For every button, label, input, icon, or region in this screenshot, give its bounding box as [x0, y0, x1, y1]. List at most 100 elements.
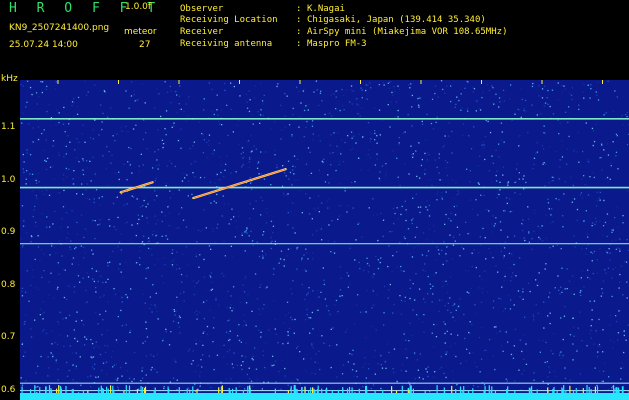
baseline-spike	[424, 391, 426, 393]
baseline-spike	[82, 390, 84, 393]
baseline-spike	[310, 387, 312, 393]
baseline-spike	[178, 387, 180, 393]
baseline-spike	[553, 386, 555, 393]
spectrogram	[20, 80, 629, 400]
baseline-spike	[136, 389, 138, 393]
baseline-spike	[39, 388, 41, 393]
baseline-spike	[401, 385, 403, 393]
baseline-spike	[514, 390, 516, 393]
baseline-spike	[232, 388, 234, 393]
baseline-spike	[494, 390, 496, 393]
baseline-spike	[235, 387, 237, 393]
baseline-spike	[321, 388, 323, 393]
file-name: KN9_2507241400.png	[9, 23, 110, 33]
baseline-spike	[590, 390, 592, 393]
frequency-tick-label: 0.6	[1, 384, 16, 395]
frequency-tick-label: 0.8	[1, 279, 16, 290]
baseline-spike	[45, 386, 47, 393]
baseline-spike	[295, 388, 297, 393]
observer-separator: :	[296, 4, 302, 14]
baseline-spike	[552, 388, 554, 393]
baseline-spike	[221, 385, 223, 393]
baseline-spike	[596, 386, 599, 393]
baseline-spike	[348, 386, 351, 393]
baseline-spike	[506, 389, 508, 393]
date-time: 25.07.24 14:00	[9, 40, 78, 50]
baseline-spike	[391, 386, 393, 393]
baseline-spike	[218, 387, 220, 393]
baseline-spike	[455, 389, 457, 393]
baseline-spike	[87, 390, 89, 393]
baseline-spike	[317, 385, 319, 393]
baseline-spike	[154, 387, 156, 393]
baseline-spike	[382, 389, 384, 393]
baseline-spike	[228, 388, 230, 393]
baseline-spike	[123, 390, 125, 393]
receiver-label: Receiver	[180, 27, 224, 37]
baseline-spike	[594, 386, 596, 393]
baseline-spike	[365, 386, 367, 393]
receiver-separator: :	[296, 27, 302, 37]
baseline-spike	[48, 385, 51, 393]
baseline-spike	[575, 388, 577, 393]
baseline-spike	[531, 386, 533, 393]
baseline-spike	[507, 386, 509, 393]
baseline-spike	[618, 387, 620, 393]
frequency-tick-label: 0.7	[1, 332, 16, 343]
baseline-spike	[436, 385, 438, 393]
baseline-spike	[461, 390, 463, 393]
frequency-axis: 1.1 1.0 0.9 0.8 0.7 0.6	[0, 80, 20, 400]
baseline-spike	[112, 385, 114, 393]
baseline-spike	[588, 386, 590, 393]
baseline-spike	[102, 388, 105, 393]
baseline-spike	[242, 390, 244, 393]
baseline-spike	[410, 385, 412, 393]
baseline-spike	[296, 389, 298, 393]
baseline-spike	[100, 385, 102, 393]
baseline-spike	[463, 386, 465, 393]
baseline-spike	[483, 390, 485, 393]
baseline-spike	[106, 386, 108, 393]
baseline-spike	[186, 388, 188, 393]
baseline-spike	[110, 385, 112, 393]
observer-value: K.Nagai	[307, 4, 345, 14]
location-separator: :	[296, 15, 302, 25]
baseline-spike	[408, 389, 410, 393]
baseline-spike	[314, 390, 316, 393]
baseline-spike	[308, 390, 310, 393]
baseline-spike	[412, 388, 414, 393]
baseline-spike	[304, 386, 306, 393]
header-panel: H R O F F T 1.0.0f KN9_2507241400.png me…	[0, 0, 629, 74]
baseline-spike	[563, 390, 565, 393]
baseline-spike	[325, 388, 327, 393]
baseline-spike	[395, 390, 398, 393]
baseline-band	[20, 393, 629, 400]
baseline-spike	[467, 390, 470, 393]
baseline-spike	[337, 389, 339, 393]
frequency-tick-label: 1.1	[1, 122, 16, 133]
baseline-spike	[51, 389, 53, 393]
baseline-spike	[490, 390, 492, 393]
baseline-spike	[125, 385, 127, 393]
baseline-spike	[586, 385, 588, 393]
baseline-spike	[358, 388, 360, 393]
spectrogram-plot	[20, 80, 629, 400]
baseline-spike	[247, 387, 249, 393]
baseline-spike	[58, 385, 60, 393]
baseline-spike	[312, 387, 314, 393]
location-value: Chigasaki, Japan (139.414 35.340)	[307, 15, 486, 25]
noise-field	[20, 80, 629, 400]
baseline-spike	[331, 390, 333, 393]
baseline-spike	[301, 387, 303, 393]
baseline-spike	[488, 385, 490, 393]
baseline-spike	[622, 386, 624, 393]
baseline-spike	[472, 388, 474, 393]
baseline-spike	[189, 391, 191, 393]
baseline-spike	[144, 386, 147, 393]
baseline-spike	[528, 387, 530, 393]
baseline-spike	[374, 390, 376, 393]
meteor-echo-core	[193, 168, 286, 199]
baseline-spike	[569, 385, 571, 393]
baseline-spike	[21, 386, 23, 393]
baseline-spike	[572, 390, 575, 393]
